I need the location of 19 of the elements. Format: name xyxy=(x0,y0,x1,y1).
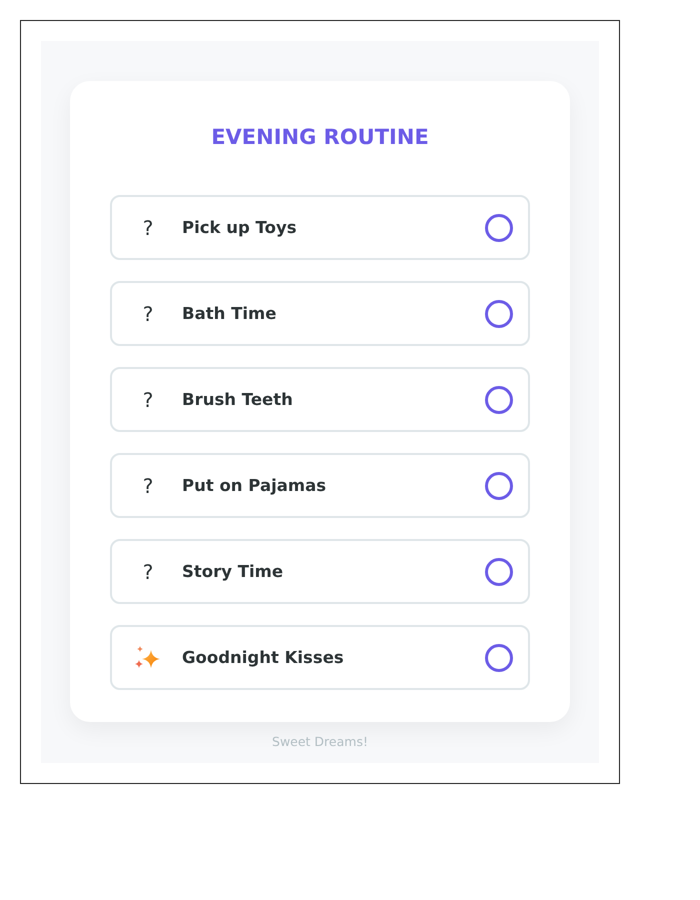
routine-title: EVENING ROUTINE xyxy=(210,124,430,151)
task-checkbox[interactable] xyxy=(485,472,513,500)
task-label: Brush Teeth xyxy=(182,390,294,409)
question-mark-glyph: ? xyxy=(142,302,154,326)
question-mark-glyph: ? xyxy=(142,216,154,240)
footer-text: Sweet Dreams! xyxy=(272,733,368,751)
question-mark-glyph: ? xyxy=(142,388,154,412)
task-label: Bath Time xyxy=(182,304,278,323)
question-mark-glyph: ? xyxy=(142,474,154,498)
task-label: Goodnight Kisses xyxy=(182,648,345,667)
question-mark-glyph: ? xyxy=(142,560,154,584)
task-checkbox[interactable] xyxy=(485,300,513,328)
task-checkbox[interactable] xyxy=(485,386,513,414)
task-checkbox[interactable] xyxy=(485,558,513,586)
task-checkbox[interactable] xyxy=(485,644,513,672)
task-checkbox[interactable] xyxy=(485,214,513,242)
task-label: Pick up Toys xyxy=(182,218,298,237)
task-label: Story Time xyxy=(182,562,284,581)
task-label: Put on Pajamas xyxy=(182,476,328,495)
